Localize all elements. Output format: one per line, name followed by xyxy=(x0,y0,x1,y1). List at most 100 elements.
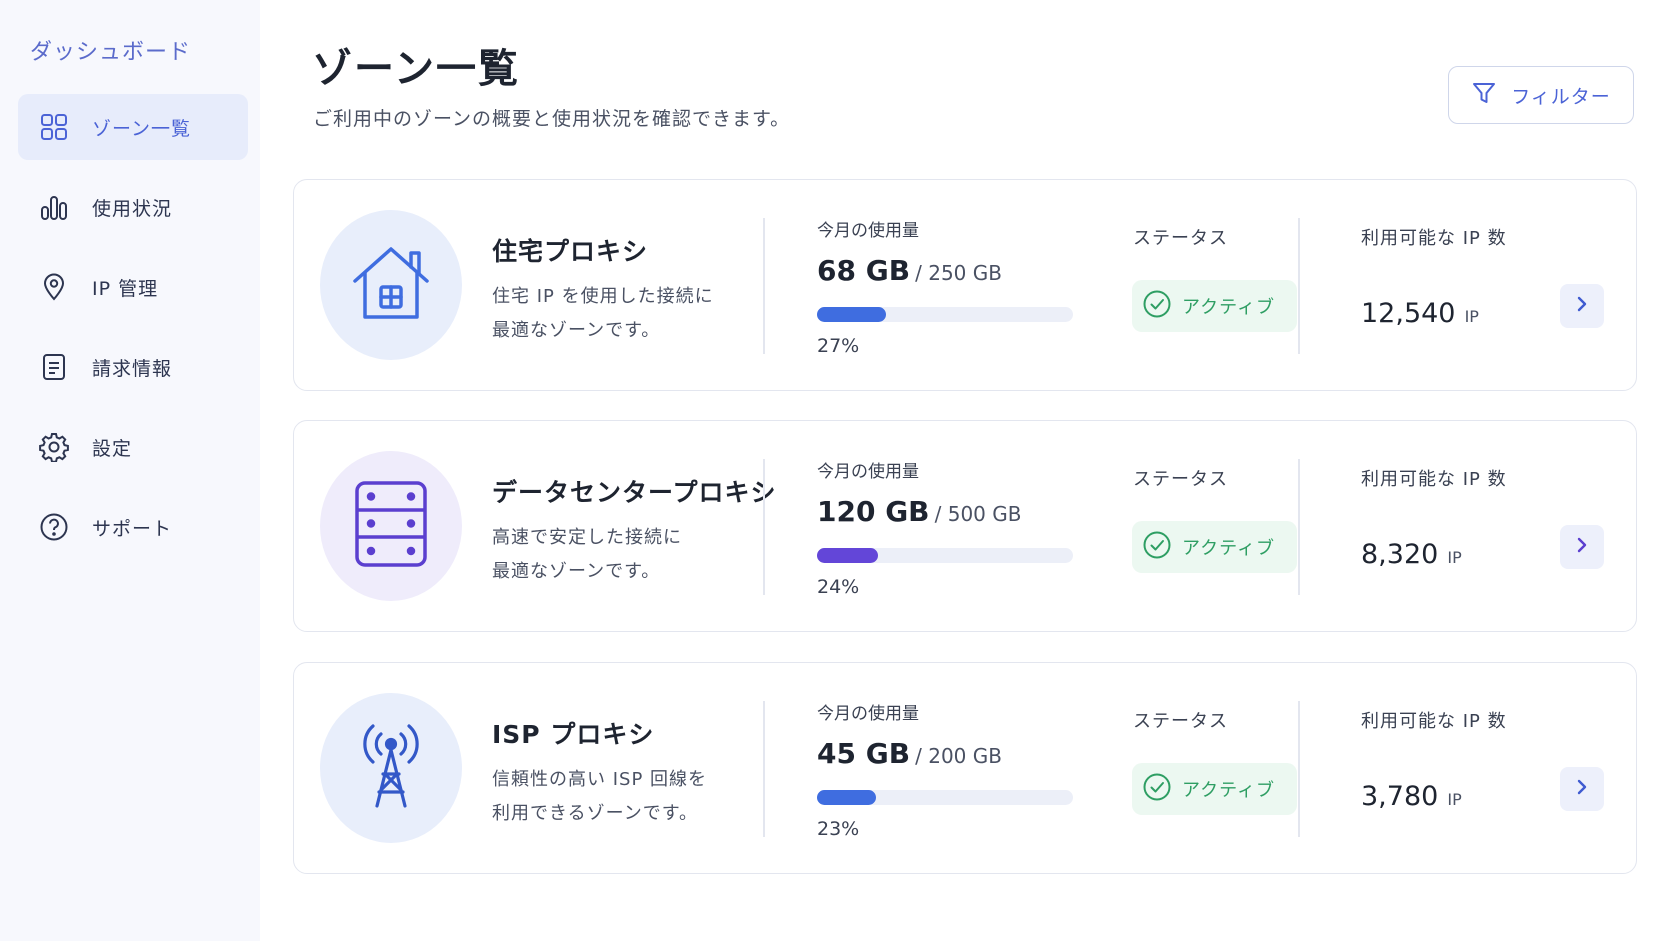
usage-value: 45 GB / 200 GB xyxy=(817,737,1002,770)
divider xyxy=(1298,701,1300,837)
chevron-right-icon xyxy=(1572,535,1592,559)
gear-icon xyxy=(38,431,70,463)
zone-card-residential[interactable]: 住宅プロキシ 住宅 IP を使用した接続に 最適なゾーンです。 今月の使用量 6… xyxy=(293,179,1637,391)
antenna-tower-icon xyxy=(349,720,433,816)
filter-button[interactable]: フィルター xyxy=(1448,66,1634,124)
check-circle-icon xyxy=(1142,530,1172,564)
status-text: アクティブ xyxy=(1182,538,1276,559)
usage-progress-fill xyxy=(817,307,887,322)
usage-progress-bar xyxy=(817,790,1073,805)
sidebar-item-label: 請求情報 xyxy=(92,357,173,380)
ip-count: 8,320 xyxy=(1361,539,1439,570)
usage-percent: 27% xyxy=(817,335,860,357)
divider xyxy=(1298,459,1300,595)
zone-name: 住宅プロキシ xyxy=(492,237,649,266)
usage-total: / 250 GB xyxy=(915,261,1002,285)
check-circle-icon xyxy=(1142,289,1172,323)
open-zone-button[interactable] xyxy=(1560,767,1604,811)
divider xyxy=(763,459,765,595)
zone-description-line: 住宅 IP を使用した接続に xyxy=(492,286,714,307)
location-pin-icon xyxy=(38,271,70,303)
status-badge: アクティブ xyxy=(1132,763,1297,815)
usage-total: / 500 GB xyxy=(934,502,1022,526)
ip-unit: IP xyxy=(1447,790,1462,809)
status-badge: アクティブ xyxy=(1132,521,1297,573)
usage-label: 今月の使用量 xyxy=(817,221,919,241)
ip-count-value: 8,320 IP xyxy=(1361,539,1462,570)
zone-icon-circle xyxy=(320,451,462,601)
document-icon xyxy=(38,351,70,383)
zone-card-isp[interactable]: ISP プロキシ 信頼性の高い ISP 回線を 利用できるゾーンです。 今月の使… xyxy=(293,662,1637,874)
zone-icon-circle xyxy=(320,210,462,360)
sidebar-item-ip[interactable]: IP 管理 xyxy=(18,254,248,320)
zone-description-line: 最適なゾーンです。 xyxy=(492,320,661,341)
ip-count-label: 利用可能な IP 数 xyxy=(1361,711,1507,732)
usage-total: / 200 GB xyxy=(915,744,1002,768)
ip-unit: IP xyxy=(1447,548,1462,567)
ip-count-value: 12,540 IP xyxy=(1361,298,1479,329)
status-text: アクティブ xyxy=(1182,297,1276,318)
zone-description: 高速で安定した接続に 最適なゾーンです。 xyxy=(492,521,742,589)
usage-used: 68 GB xyxy=(817,254,911,287)
usage-percent: 23% xyxy=(817,818,860,840)
bar-chart-icon xyxy=(38,191,70,223)
usage-value: 68 GB / 250 GB xyxy=(817,254,1002,287)
grid-icon xyxy=(38,111,70,143)
status-label: ステータス xyxy=(1133,711,1228,732)
house-icon xyxy=(349,241,433,329)
help-circle-icon xyxy=(38,511,70,543)
sidebar-item-usage[interactable]: 使用状況 xyxy=(18,174,248,240)
sidebar-item-label: ゾーン一覧 xyxy=(92,117,192,140)
status-text: アクティブ xyxy=(1182,780,1276,801)
ip-count-label: 利用可能な IP 数 xyxy=(1361,228,1507,249)
usage-percent: 24% xyxy=(817,576,860,598)
status-badge: アクティブ xyxy=(1132,280,1297,332)
zone-name: ISP プロキシ xyxy=(492,720,655,749)
ip-unit: IP xyxy=(1464,307,1479,326)
sidebar-item-label: IP 管理 xyxy=(92,277,159,300)
ip-count-value: 3,780 IP xyxy=(1361,781,1462,812)
chevron-right-icon xyxy=(1572,294,1592,318)
ip-count: 12,540 xyxy=(1361,298,1456,329)
sidebar-item-support[interactable]: サポート xyxy=(18,494,248,560)
divider xyxy=(1298,218,1300,354)
filter-button-label: フィルター xyxy=(1511,85,1611,108)
page-subtitle: ご利用中のゾーンの概要と使用状況を確認できます。 xyxy=(313,108,791,130)
filter-icon xyxy=(1471,80,1497,110)
usage-label: 今月の使用量 xyxy=(817,462,919,482)
check-circle-icon xyxy=(1142,772,1172,806)
zone-description: 信頼性の高い ISP 回線を 利用できるゾーンです。 xyxy=(492,763,742,831)
ip-count: 3,780 xyxy=(1361,781,1439,812)
sidebar-item-zones[interactable]: ゾーン一覧 xyxy=(18,94,248,160)
chevron-right-icon xyxy=(1572,777,1592,801)
zone-description-line: 最適なゾーンです。 xyxy=(492,561,661,582)
sidebar: ダッシュボード ゾーン一覧 使用状況 IP 管理 請求情報 設定 サポート xyxy=(0,0,260,941)
usage-used: 120 GB xyxy=(817,495,930,528)
open-zone-button[interactable] xyxy=(1560,284,1604,328)
usage-progress-fill xyxy=(817,548,879,563)
usage-label: 今月の使用量 xyxy=(817,704,919,724)
divider xyxy=(763,218,765,354)
main-content: ゾーン一覧 ご利用中のゾーンの概要と使用状況を確認できます。 フィルター 住宅プ… xyxy=(260,0,1672,941)
page-title: ゾーン一覧 xyxy=(312,46,520,92)
open-zone-button[interactable] xyxy=(1560,525,1604,569)
sidebar-item-label: サポート xyxy=(92,517,173,540)
sidebar-item-label: 設定 xyxy=(92,437,133,460)
ip-count-label: 利用可能な IP 数 xyxy=(1361,469,1507,490)
sidebar-item-settings[interactable]: 設定 xyxy=(18,414,248,480)
usage-progress-bar xyxy=(817,548,1073,563)
usage-progress-fill xyxy=(817,790,876,805)
sidebar-item-billing[interactable]: 請求情報 xyxy=(18,334,248,400)
server-icon xyxy=(351,479,431,573)
zone-description-line: 利用できるゾーンです。 xyxy=(492,803,698,824)
zone-card-datacenter[interactable]: データセンタープロキシ 高速で安定した接続に 最適なゾーンです。 今月の使用量 … xyxy=(293,420,1637,632)
zone-name: データセンタープロキシ xyxy=(492,478,777,507)
zone-description-line: 高速で安定した接続に xyxy=(492,527,682,548)
status-label: ステータス xyxy=(1133,228,1228,249)
zone-description-line: 信頼性の高い ISP 回線を xyxy=(492,769,708,790)
divider xyxy=(763,701,765,837)
sidebar-item-label: 使用状況 xyxy=(92,197,173,220)
sidebar-title[interactable]: ダッシュボード xyxy=(30,34,191,66)
zone-description: 住宅 IP を使用した接続に 最適なゾーンです。 xyxy=(492,280,742,348)
usage-progress-bar xyxy=(817,307,1073,322)
